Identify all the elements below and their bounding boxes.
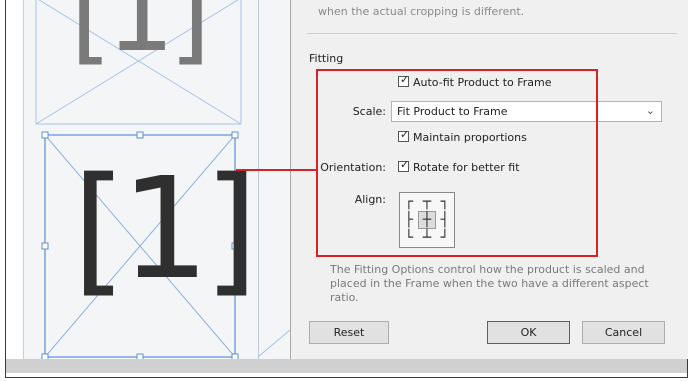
ok-button[interactable]: OK <box>487 321 570 344</box>
section-divider <box>307 33 677 34</box>
bottom-scroll-area <box>6 359 687 373</box>
fitting-section-title: Fitting <box>309 52 344 65</box>
neighbor-frame-line <box>257 329 291 358</box>
highlight-connector <box>236 169 316 171</box>
reset-button[interactable]: Reset <box>309 321 389 344</box>
top-frame-label: [1] <box>70 0 211 76</box>
highlight-box <box>316 69 598 257</box>
chevron-down-icon: ⌄ <box>645 104 655 117</box>
fitting-help-text: The Fitting Options control how the prod… <box>330 263 649 304</box>
cropping-note: when the actual cropping is different. <box>318 5 525 18</box>
cancel-button[interactable]: Cancel <box>582 321 665 344</box>
selected-frame-label: [1] <box>72 148 258 311</box>
